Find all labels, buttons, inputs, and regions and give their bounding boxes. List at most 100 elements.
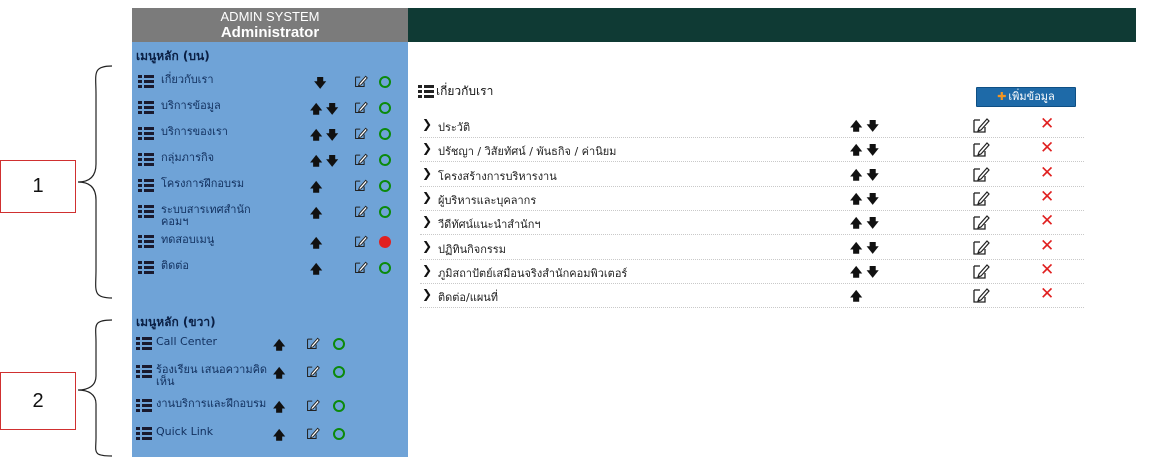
sidebar-top-item[interactable]: บริการข้อมูล 🡅 🡇 — [136, 96, 406, 122]
chevron-right-icon: ❯ — [422, 238, 433, 253]
edit-icon[interactable] — [306, 426, 320, 440]
sidebar-top-item[interactable]: บริการของเรา 🡅 🡇 — [136, 122, 406, 148]
arrow-down-icon[interactable]: 🡇 — [326, 100, 338, 121]
row-label[interactable]: ภูมิสถาปัตย์เสมือนจริงสำนักคอมพิวเตอร์ — [438, 264, 627, 282]
row-label[interactable]: ประวัติ — [438, 118, 470, 136]
arrow-down-icon[interactable]: 🡇 — [326, 152, 338, 173]
status-dot[interactable] — [333, 366, 345, 378]
sidebar-top-item[interactable]: โครงการฝึกอบรม 🡅 — [136, 174, 406, 200]
arrow-up-icon[interactable]: 🡅 — [273, 364, 285, 385]
edit-icon[interactable] — [306, 398, 320, 412]
sidebar-right-item[interactable]: ร้องเรียน เสนอความคิดเห็น 🡅 — [136, 360, 406, 388]
sidebar-top-item[interactable]: กลุ่มภารกิจ 🡅 🡇 — [136, 148, 406, 174]
edit-icon[interactable] — [972, 286, 990, 304]
status-dot[interactable] — [379, 206, 391, 218]
delete-icon[interactable]: ✕ — [1040, 236, 1054, 256]
sidebar-top-item[interactable]: ระบบสารเทศสำนัก คอมฯ 🡅 — [136, 200, 406, 228]
arrow-down-icon[interactable]: 🡇 — [867, 241, 879, 255]
arrow-up-icon[interactable]: 🡅 — [850, 241, 862, 255]
sidebar-top-item[interactable]: ทดสอบเมนู 🡅 — [136, 230, 406, 256]
edit-icon[interactable] — [354, 234, 368, 248]
arrow-up-icon[interactable]: 🡅 — [310, 178, 322, 199]
status-dot[interactable] — [379, 102, 391, 114]
row-label[interactable]: ปรัชญา / วิสัยทัศน์ / พันธกิจ / ค่านิยม — [438, 142, 616, 160]
edit-icon[interactable] — [972, 238, 990, 256]
arrow-up-icon[interactable]: 🡅 — [310, 100, 322, 121]
arrow-up-icon[interactable]: 🡅 — [850, 119, 862, 133]
row-label[interactable]: วีดีทัศน์แนะนำสำนักฯ — [438, 215, 541, 233]
arrow-up-icon[interactable]: 🡅 — [273, 336, 285, 357]
arrow-up-icon[interactable]: 🡅 — [273, 426, 285, 447]
arrow-down-icon[interactable]: 🡇 — [326, 126, 338, 147]
arrow-up-icon[interactable]: 🡅 — [310, 126, 322, 147]
sidebar-item-label: ติดต่อ — [161, 259, 190, 272]
delete-icon[interactable]: ✕ — [1040, 163, 1054, 183]
status-dot[interactable] — [379, 262, 391, 274]
arrow-up-icon[interactable]: 🡅 — [310, 234, 322, 255]
edit-icon[interactable] — [354, 260, 368, 274]
arrow-down-icon[interactable]: 🡇 — [314, 74, 326, 95]
edit-icon[interactable] — [972, 213, 990, 231]
arrow-up-icon[interactable]: 🡅 — [850, 168, 862, 182]
edit-icon[interactable] — [972, 140, 990, 158]
content-title: เกี่ยวกับเรา — [418, 82, 493, 101]
content-row: ❯ ปรัชญา / วิสัยทัศน์ / พันธกิจ / ค่านิยม… — [420, 137, 1084, 163]
status-dot[interactable] — [333, 338, 345, 350]
row-label[interactable]: ปฏิทินกิจกรรม — [438, 240, 506, 258]
edit-icon[interactable] — [972, 116, 990, 134]
delete-icon[interactable]: ✕ — [1040, 284, 1054, 304]
arrow-up-icon[interactable]: 🡅 — [850, 289, 862, 303]
status-dot[interactable] — [379, 180, 391, 192]
arrow-down-icon[interactable]: 🡇 — [867, 143, 879, 157]
edit-icon[interactable] — [306, 364, 320, 378]
arrow-down-icon[interactable]: 🡇 — [867, 192, 879, 206]
edit-icon[interactable] — [354, 152, 368, 166]
status-dot[interactable] — [379, 128, 391, 140]
sidebar-top-item[interactable]: ติดต่อ 🡅 — [136, 256, 406, 282]
edit-icon[interactable] — [354, 100, 368, 114]
edit-icon[interactable] — [354, 74, 368, 88]
reorder-controls: 🡅 🡇 — [850, 166, 879, 187]
status-dot[interactable] — [379, 154, 391, 166]
edit-icon[interactable] — [972, 165, 990, 183]
list-icon — [138, 127, 154, 140]
arrow-up-icon[interactable]: 🡅 — [310, 260, 322, 281]
arrow-down-icon[interactable]: 🡇 — [867, 168, 879, 182]
sidebar-right-item[interactable]: งานบริการและฝึกอบรม 🡅 — [136, 394, 406, 420]
sidebar-item-label: บริการของเรา — [161, 125, 228, 138]
arrow-up-icon[interactable]: 🡅 — [310, 152, 322, 173]
edit-icon[interactable] — [306, 336, 320, 350]
list-icon — [138, 179, 154, 192]
arrow-up-icon[interactable]: 🡅 — [850, 192, 862, 206]
arrow-down-icon[interactable]: 🡇 — [867, 265, 879, 279]
arrow-down-icon[interactable]: 🡇 — [867, 216, 879, 230]
arrow-down-icon[interactable]: 🡇 — [867, 119, 879, 133]
arrow-up-icon[interactable]: 🡅 — [850, 265, 862, 279]
edit-icon[interactable] — [354, 204, 368, 218]
row-label[interactable]: โครงสร้างการบริหารงาน — [438, 167, 557, 185]
status-dot[interactable] — [379, 76, 391, 88]
arrow-up-icon[interactable]: 🡅 — [310, 204, 322, 225]
add-data-button[interactable]: ✚ เพิ่มข้อมูล — [976, 87, 1076, 107]
list-icon — [138, 261, 154, 274]
delete-icon[interactable]: ✕ — [1040, 211, 1054, 231]
edit-icon[interactable] — [972, 189, 990, 207]
sidebar-right-item[interactable]: Quick Link 🡅 — [136, 422, 406, 448]
arrow-up-icon[interactable]: 🡅 — [850, 143, 862, 157]
row-label[interactable]: ติดต่อ/แผนที่ — [438, 288, 498, 306]
row-label[interactable]: ผู้บริหารและบุคลากร — [438, 191, 536, 209]
sidebar-right-item[interactable]: Call Center 🡅 — [136, 332, 406, 358]
status-dot[interactable] — [333, 400, 345, 412]
edit-icon[interactable] — [354, 178, 368, 192]
arrow-up-icon[interactable]: 🡅 — [273, 398, 285, 419]
delete-icon[interactable]: ✕ — [1040, 187, 1054, 207]
delete-icon[interactable]: ✕ — [1040, 114, 1054, 134]
delete-icon[interactable]: ✕ — [1040, 138, 1054, 158]
status-dot[interactable] — [333, 428, 345, 440]
sidebar-top-item[interactable]: เกี่ยวกับเรา 🡇 — [136, 70, 406, 96]
status-dot[interactable] — [379, 236, 391, 248]
edit-icon[interactable] — [972, 262, 990, 280]
edit-icon[interactable] — [354, 126, 368, 140]
arrow-up-icon[interactable]: 🡅 — [850, 216, 862, 230]
delete-icon[interactable]: ✕ — [1040, 260, 1054, 280]
